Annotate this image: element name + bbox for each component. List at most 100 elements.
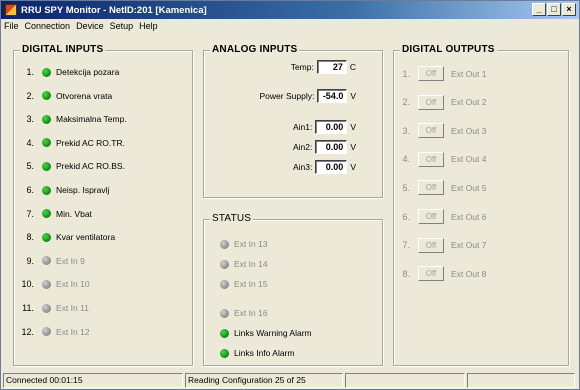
digital-output-number: 6. bbox=[402, 211, 410, 222]
digital-output-row: 1. Off Ext Out 1 bbox=[398, 66, 486, 81]
analog-input-unit: C bbox=[349, 62, 356, 72]
digital-output-row: 5. Off Ext Out 5 bbox=[398, 180, 487, 196]
digital-outputs-group: DIGITAL OUTPUTS 1. Off Ext Out 1 2. Off Ext O… bbox=[393, 44, 569, 366]
status-led-icon bbox=[220, 239, 229, 249]
analog-input-value: 0.00 bbox=[315, 160, 348, 174]
analog-input-value: 0.00 bbox=[315, 140, 348, 154]
status-pane-empty-2 bbox=[467, 373, 575, 388]
status-reading: Reading Configuration 25 of 25 bbox=[185, 373, 343, 388]
menu-file[interactable]: File bbox=[4, 21, 19, 31]
digital-output-row: 4. Off Ext Out 4 bbox=[398, 151, 487, 167]
output-toggle-button[interactable]: Off bbox=[418, 123, 444, 139]
digital-output-number: 1. bbox=[402, 68, 410, 79]
maximize-button[interactable]: □ bbox=[547, 3, 561, 16]
window-title: RRU SPY Monitor - NetID:201 [Kamenica] bbox=[21, 4, 207, 16]
digital-input-row: 8. Kvar ventilatora bbox=[18, 232, 115, 242]
digital-input-label: Ext In 10 bbox=[56, 279, 90, 290]
digital-input-row: 6. Neisp. Ispravlj bbox=[18, 185, 109, 195]
digital-input-row: 12. Ext In 12 bbox=[18, 326, 90, 337]
digital-input-row: 3. Maksimalna Temp. bbox=[18, 114, 126, 125]
status-led-icon bbox=[42, 232, 51, 242]
menu-help[interactable]: Help bbox=[139, 21, 158, 31]
status-row: Ext In 15 bbox=[220, 279, 268, 289]
analog-input-value: -54.0 bbox=[317, 89, 348, 103]
digital-input-label: Kvar ventilatora bbox=[56, 232, 116, 243]
digital-input-label: Prekid AC RO.TR. bbox=[56, 137, 125, 148]
analog-input-label: Ain1: bbox=[292, 122, 313, 132]
digital-output-row: 6. Off Ext Out 6 bbox=[398, 209, 486, 224]
status-led-icon bbox=[42, 209, 51, 219]
output-toggle-button[interactable]: Off bbox=[418, 66, 444, 81]
digital-input-label: Otvorena vrata bbox=[56, 90, 113, 101]
output-toggle-button[interactable]: Off bbox=[418, 237, 444, 253]
status-label: Ext In 14 bbox=[234, 259, 268, 269]
close-button[interactable]: × bbox=[562, 3, 576, 16]
status-row: Ext In 14 bbox=[220, 259, 268, 269]
digital-output-label: Ext Out 5 bbox=[451, 182, 487, 193]
digital-output-row: 2. Off Ext Out 2 bbox=[398, 94, 486, 110]
status-row: Ext In 16 bbox=[220, 308, 268, 318]
digital-input-number: 6. bbox=[26, 185, 34, 195]
digital-input-row: 4. Prekid AC RO.TR. bbox=[18, 137, 125, 148]
client-area: DIGITAL INPUTS 1. Detekcija pozara 2. Otvor… bbox=[3, 34, 577, 370]
digital-input-number: 4. bbox=[26, 137, 34, 148]
title-bar[interactable]: RRU SPY Monitor - NetID:201 [Kamenica] _… bbox=[1, 1, 579, 19]
output-toggle-button[interactable]: Off bbox=[418, 209, 444, 224]
digital-output-label: Ext Out 8 bbox=[451, 268, 487, 279]
digital-input-number: 7. bbox=[26, 208, 34, 219]
analog-input-row: Temp: 27 C bbox=[291, 60, 356, 74]
status-led-icon bbox=[42, 327, 51, 337]
menu-connection[interactable]: Connection bbox=[25, 21, 71, 31]
analog-input-label: Ain2: bbox=[292, 142, 313, 152]
analog-input-label: Ain3: bbox=[292, 162, 313, 172]
digital-input-row: 7. Min. Vbat bbox=[18, 208, 92, 219]
digital-output-label: Ext Out 6 bbox=[451, 211, 487, 222]
status-row: Links Info Alarm bbox=[220, 348, 294, 358]
status-label: Links Info Alarm bbox=[234, 348, 295, 358]
digital-input-label: Ext In 9 bbox=[56, 255, 85, 266]
status-led-icon bbox=[42, 303, 51, 313]
analog-input-value: 27 bbox=[316, 60, 347, 74]
status-group: STATUS Ext In 13 Ext In 14 Ext In 15 Ext In… bbox=[203, 213, 383, 366]
output-toggle-button[interactable]: Off bbox=[418, 151, 444, 167]
menu-bar: File Connection Device Setup Help bbox=[1, 19, 579, 33]
minimize-button[interactable]: _ bbox=[532, 3, 546, 16]
output-toggle-button[interactable]: Off bbox=[418, 266, 444, 282]
status-led-icon bbox=[220, 308, 229, 318]
digital-input-number: 3. bbox=[26, 114, 34, 125]
digital-input-number: 9. bbox=[26, 255, 34, 266]
digital-output-label: Ext Out 4 bbox=[451, 154, 487, 165]
digital-input-number: 8. bbox=[26, 232, 34, 243]
digital-input-label: Neisp. Ispravlj bbox=[56, 185, 110, 195]
analog-input-row: Power Supply: -54.0 V bbox=[260, 89, 356, 103]
digital-output-label: Ext Out 3 bbox=[451, 125, 487, 136]
digital-output-number: 8. bbox=[402, 268, 410, 279]
analog-input-label: Temp: bbox=[290, 62, 314, 72]
digital-output-row: 7. Off Ext Out 7 bbox=[398, 237, 486, 253]
status-led-icon bbox=[42, 91, 51, 101]
output-toggle-button[interactable]: Off bbox=[418, 94, 444, 110]
status-title: STATUS bbox=[210, 213, 254, 224]
digital-output-row: 8. Off Ext Out 8 bbox=[398, 266, 487, 282]
digital-output-number: 2. bbox=[402, 97, 410, 108]
menu-setup[interactable]: Setup bbox=[110, 21, 134, 31]
analog-input-row: Ain2: 0.00 V bbox=[293, 140, 356, 154]
digital-input-row: 9. Ext In 9 bbox=[18, 255, 85, 266]
digital-input-number: 2. bbox=[26, 90, 34, 101]
digital-input-label: Min. Vbat bbox=[56, 208, 92, 219]
analog-input-value: 0.00 bbox=[315, 120, 348, 134]
digital-input-label: Ext In 12 bbox=[56, 326, 90, 337]
analog-input-unit: V bbox=[350, 142, 356, 152]
digital-input-label: Prekid AC RO.BS. bbox=[56, 161, 125, 172]
digital-input-row: 2. Otvorena vrata bbox=[18, 91, 112, 101]
status-led-icon bbox=[42, 256, 51, 266]
digital-input-label: Ext In 11 bbox=[56, 303, 89, 313]
analog-inputs-group: ANALOG INPUTS Temp: 27 C Power Supply: -54.0… bbox=[203, 44, 383, 198]
status-label: Ext In 13 bbox=[234, 239, 268, 249]
digital-input-row: 11. Ext In 11 bbox=[18, 303, 89, 313]
status-led-icon bbox=[42, 279, 51, 289]
analog-input-unit: V bbox=[350, 122, 356, 132]
digital-output-number: 3. bbox=[402, 125, 410, 136]
menu-device[interactable]: Device bbox=[76, 21, 104, 31]
output-toggle-button[interactable]: Off bbox=[418, 180, 444, 196]
